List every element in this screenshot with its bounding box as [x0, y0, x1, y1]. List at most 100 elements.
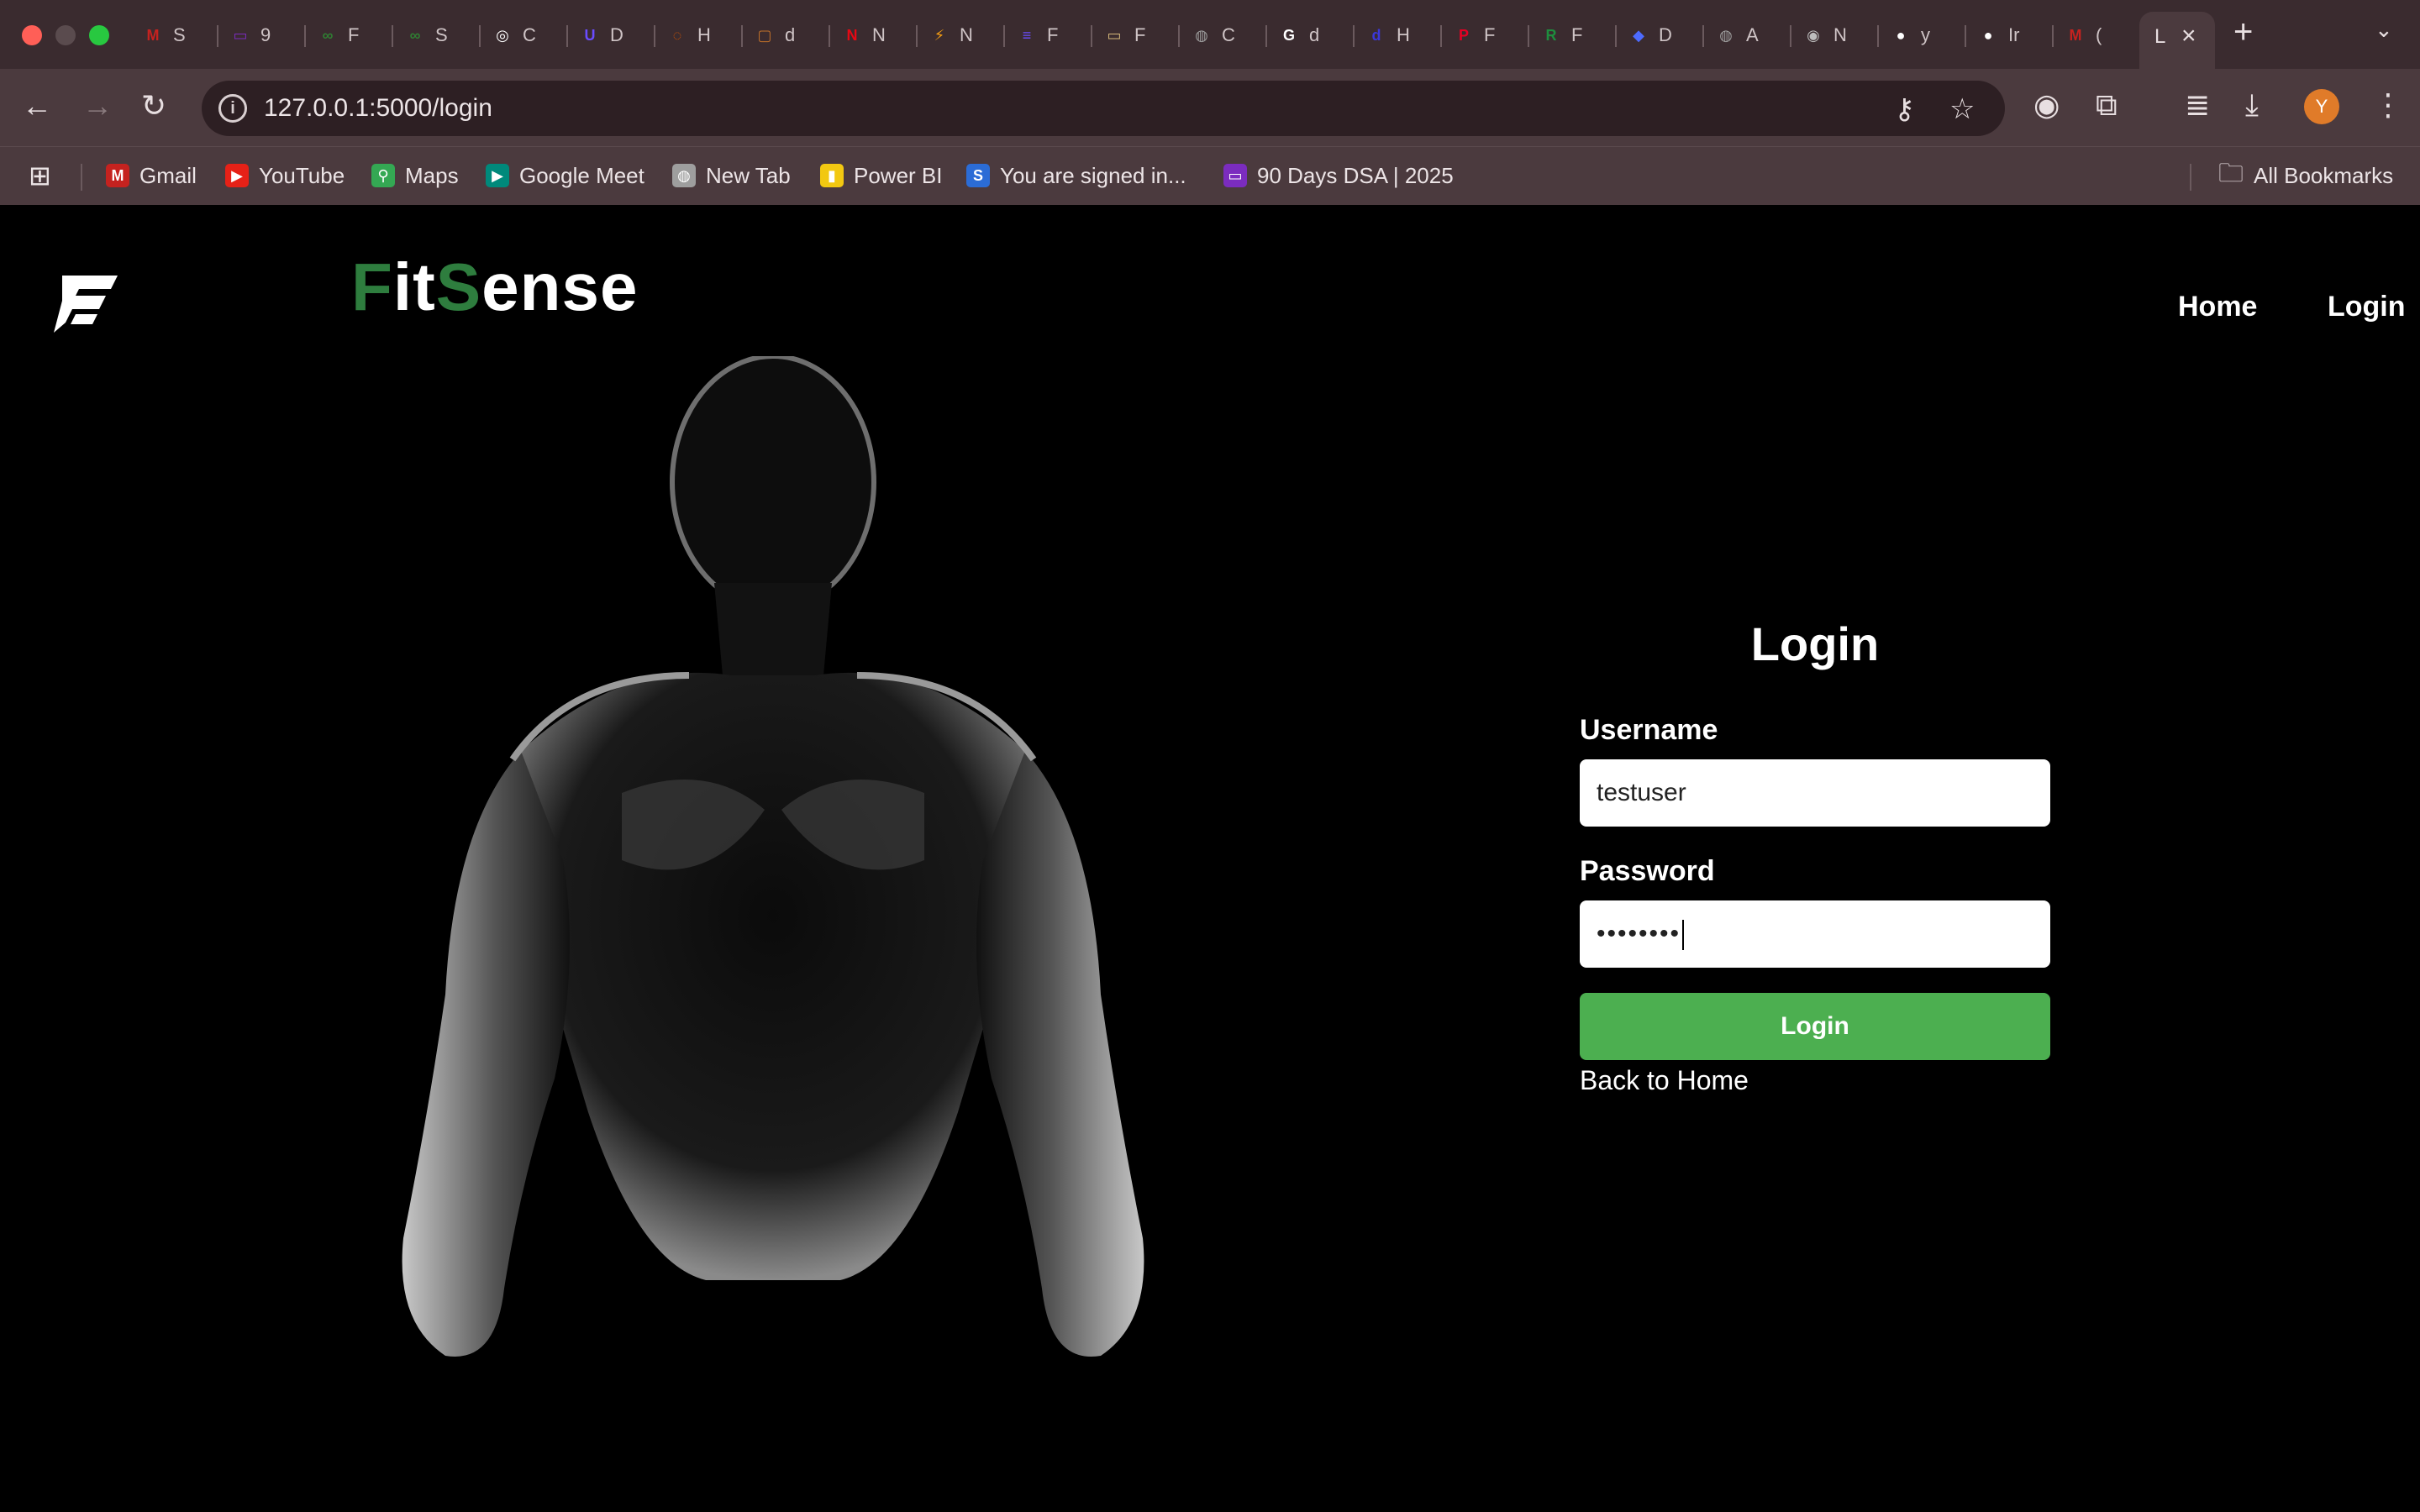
card-icon: ▭ [1107, 26, 1122, 44]
reload-button[interactable]: ↻ [141, 89, 166, 123]
username-input[interactable]: testuser [1580, 759, 2050, 827]
list-icon: ≡ [1022, 26, 1032, 44]
back-button[interactable]: ← [22, 89, 52, 123]
browser-tab[interactable]: ◎ C [484, 17, 568, 54]
tab-title: N [960, 24, 973, 45]
all-bookmarks-label: All Bookmarks [2254, 162, 2394, 188]
tab-title: ( [2096, 24, 2102, 45]
browser-tab[interactable]: ⚡ N [921, 17, 1005, 54]
monitor-icon: ▭ [233, 26, 248, 44]
login-heading: Login [1750, 617, 1880, 670]
profile-avatar[interactable]: Y [2304, 89, 2339, 124]
tab-title: 9 [260, 24, 271, 45]
password-input[interactable]: •••••••• [1580, 900, 2050, 968]
browser-tab[interactable]: dH [1358, 17, 1442, 54]
tab-title: Ir [2008, 24, 2020, 45]
bookmark-item[interactable]: M Gmail [106, 159, 197, 192]
folder-icon: 🗀 [2218, 159, 2244, 187]
bookmark-label: New Tab [706, 162, 791, 188]
tab-title: N [872, 24, 886, 45]
login-submit-button[interactable]: Login [1580, 993, 2050, 1060]
browser-tab[interactable]: ● Ir [1970, 17, 2054, 54]
brand-part-it: it [392, 249, 436, 324]
bookmark-item[interactable]: ▶ YouTube [225, 159, 345, 192]
tab-title: F [1134, 24, 1146, 45]
tab-title: D [610, 24, 623, 45]
nav-login-link[interactable]: Login [2328, 291, 2406, 323]
browser-tab[interactable]: ≡ F [1008, 17, 1092, 54]
gmail-icon: M [146, 26, 160, 44]
address-bar[interactable]: i 127.0.0.1:5000/login ⚷ ☆ [202, 81, 2005, 136]
browser-tab[interactable]: ◌ H [659, 17, 743, 54]
extensions-icon[interactable]: ⧉ [2096, 87, 2118, 123]
new-tab-button[interactable]: + [2233, 13, 2253, 51]
tab-search-icon[interactable]: ⌄ [2375, 17, 2393, 43]
tab-divider [1440, 25, 1442, 47]
active-tab-title: L [2154, 25, 2166, 48]
browser-tab[interactable]: ◍ A [1707, 17, 1791, 54]
tab-title: F [348, 24, 360, 45]
browser-tab[interactable]: ◉ N [1795, 17, 1879, 54]
minimize-window-button[interactable] [55, 25, 76, 45]
url-text[interactable]: 127.0.0.1:5000/login [264, 94, 492, 123]
tab-divider [1003, 25, 1005, 47]
password-key-icon[interactable]: ⚷ [1894, 92, 1915, 126]
close-window-button[interactable] [22, 25, 42, 45]
username-label: Username [1580, 714, 1718, 746]
forward-button[interactable]: → [82, 89, 113, 123]
bookmark-item[interactable]: ▮ Power BI [820, 159, 943, 192]
browser-tab[interactable]: Gd [1270, 17, 1355, 54]
google-icon: G [1282, 26, 1295, 44]
tab-title: H [697, 24, 711, 45]
downloads-icon[interactable]: ⤓ [2245, 87, 2259, 123]
bookmark-star-icon[interactable]: ☆ [1949, 92, 1975, 126]
apps-grid-icon[interactable]: ⊞ [29, 159, 51, 192]
text-caret [1682, 920, 1685, 951]
browser-tab[interactable]: MS [134, 17, 218, 54]
browser-tab[interactable]: ● y [1882, 17, 1966, 54]
browser-tab[interactable]: ∞ S [397, 17, 481, 54]
tab-strip: M S ▭ 9 ∞ F ∞ S ◎ C U D ◌ H ▢ d N N ⚡ N ≡ F ▭ F ◍ C Gd d H P F R F ◆ D ◍ A ◉ N… [0, 0, 2420, 69]
browser-tab[interactable]: RF [1533, 17, 1617, 54]
browser-tab[interactable]: UD [571, 17, 655, 54]
browser-tab[interactable]: ▢ d [746, 17, 830, 54]
tab-divider [1265, 25, 1267, 47]
globe-icon: ◍ [1195, 26, 1208, 44]
extension-grammarly-icon[interactable]: ◉ [2033, 87, 2060, 123]
browser-tab[interactable]: ∞ F [309, 17, 393, 54]
fitsense-logo-icon[interactable] [50, 264, 126, 339]
maximize-window-button[interactable] [89, 25, 109, 45]
browser-tab[interactable]: M( [2057, 17, 2141, 54]
site-info-icon[interactable]: i [218, 94, 247, 123]
tab-title: H [1397, 24, 1410, 45]
close-tab-icon[interactable]: × [2181, 22, 2196, 50]
password-masked-value: •••••••• [1597, 920, 1681, 948]
bookmark-item[interactable]: ▭ 90 Days DSA | 2025 [1223, 159, 1454, 192]
whale-icon: ◆ [1633, 26, 1644, 44]
tab-title: C [1222, 24, 1235, 45]
browser-tab[interactable]: ▭ 9 [222, 17, 306, 54]
browser-tab[interactable]: ▭ F [1096, 17, 1180, 54]
tab-title: S [435, 24, 448, 45]
nav-home-link[interactable]: Home [2178, 291, 2257, 323]
browser-tab[interactable]: PF [1445, 17, 1529, 54]
tab-title: S [173, 24, 186, 45]
tab-divider [1877, 25, 1879, 47]
browser-tab[interactable]: ◆ D [1620, 17, 1704, 54]
app-icon: d [1371, 26, 1381, 44]
bookmark-item[interactable]: ◍ New Tab [672, 159, 791, 192]
brand-title[interactable]: FitSense [351, 249, 638, 326]
browser-tab[interactable]: ◍ C [1183, 17, 1267, 54]
bookmark-item[interactable]: ▶ Google Meet [486, 159, 644, 192]
media-control-icon[interactable]: ≣ [2185, 87, 2210, 123]
back-to-home-link[interactable]: Back to Home [1580, 1065, 1749, 1096]
bookmark-item[interactable]: ⚲ Maps [371, 159, 459, 192]
browser-menu-icon[interactable]: ⋮ [2373, 87, 2403, 123]
tab-divider [304, 25, 306, 47]
bookmark-item[interactable]: S You are signed in... [966, 159, 1186, 192]
browser-tab[interactable]: NN [834, 17, 918, 54]
pinterest-icon: P [1458, 26, 1469, 44]
active-tab[interactable]: L × [2139, 12, 2215, 69]
tab-divider [1702, 25, 1704, 47]
all-bookmarks-button[interactable]: 🗀 All Bookmarks [2218, 159, 2393, 192]
